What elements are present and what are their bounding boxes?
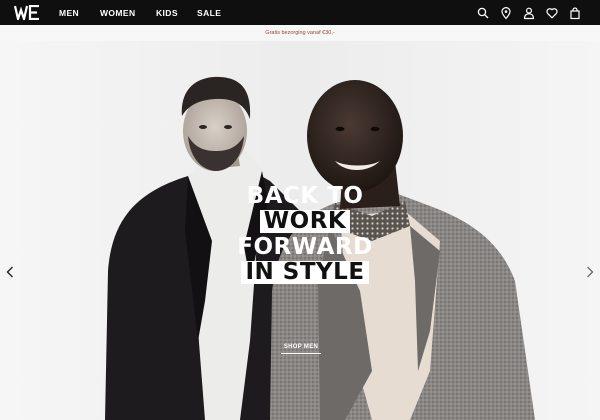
nav-item-women[interactable]: WOMEN (100, 0, 136, 25)
promo-text: Gratis bezorging vanaf €30,- (265, 30, 335, 36)
nav-item-label: WOMEN (100, 7, 136, 18)
headline-line-2: WORK (259, 210, 351, 233)
page: MEN WOMEN KIDS SALE Gratis bezorging van… (0, 0, 600, 420)
location-pin-icon[interactable] (499, 6, 513, 20)
shop-men-button[interactable]: SHOP MEN (274, 344, 328, 350)
nav-item-men[interactable]: MEN (59, 0, 79, 25)
headline-line-1: BACK TO (246, 183, 364, 209)
account-icon[interactable] (522, 6, 536, 20)
we-logo-icon[interactable] (13, 4, 40, 24)
nav-item-label: KIDS (156, 7, 178, 18)
hero-headline: BACK TO WORK FORWARD IN STYLE (230, 183, 380, 285)
hero-banner[interactable]: BACK TO WORK FORWARD IN STYLE SHOP MEN (0, 41, 600, 420)
nav-item-kids[interactable]: KIDS (156, 0, 178, 25)
headline-line-4: IN STYLE (241, 261, 369, 284)
nav-item-sale[interactable]: SALE (197, 0, 221, 25)
nav-item-label: SALE (197, 7, 222, 18)
headline-line-3: FORWARD (237, 234, 373, 260)
chevron-left-icon[interactable] (3, 262, 17, 282)
wishlist-heart-icon[interactable] (545, 6, 559, 20)
cta-underline (281, 353, 321, 354)
search-icon[interactable] (476, 6, 490, 20)
promo-banner[interactable]: Gratis bezorging vanaf €30,- (0, 25, 600, 41)
header-bar: MEN WOMEN KIDS SALE (0, 0, 600, 25)
header-icons (476, 0, 582, 25)
nav-item-label: MEN (59, 7, 80, 18)
chevron-right-icon[interactable] (583, 262, 597, 282)
shopping-bag-icon[interactable] (568, 6, 582, 20)
